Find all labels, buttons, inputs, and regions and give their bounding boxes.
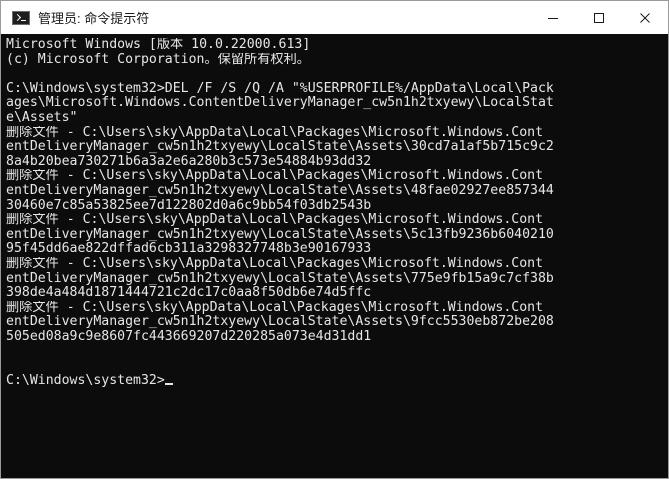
command-prompt-line[interactable]: C:\Windows\system32> [6,372,668,389]
console-output[interactable]: Microsoft Windows [版本 10.0.22000.613] (c… [1,34,668,478]
console-line: e\Assets" [6,110,78,125]
console-line: 删除文件 - C:\Users\sky\AppData\Local\Packag… [6,125,544,140]
minimize-icon [548,17,558,19]
console-line: (c) Microsoft Corporation。保留所有权利。 [6,52,310,67]
console-line: entDeliveryManager_cw5n1h2txyewy\LocalSt… [6,315,554,330]
console-line: 30460e7c85a53825ee7d122802d0a6c9bb54f03d… [6,198,372,213]
console-line: 505ed08a9c9e8607fc443669207d220285a073e4… [6,329,372,344]
console-line: entDeliveryManager_cw5n1h2txyewy\LocalSt… [6,140,554,155]
text-cursor [164,382,173,385]
console-line: 删除文件 - C:\Users\sky\AppData\Local\Packag… [6,256,544,271]
close-button[interactable] [622,1,668,34]
console-line: entDeliveryManager_cw5n1h2txyewy\LocalSt… [6,227,554,242]
title-bar[interactable]: 管理员: 命令提示符 [1,1,668,34]
console-line: 删除文件 - C:\Users\sky\AppData\Local\Packag… [6,169,544,184]
maximize-button[interactable] [576,1,622,34]
console-line: Microsoft Windows [版本 10.0.22000.613] [6,38,311,52]
console-line: 删除文件 - C:\Users\sky\AppData\Local\Packag… [6,300,544,315]
console-line: 398de4a484d1871444721c2dc17c0aa8f50db6e7… [6,286,372,301]
console-line: entDeliveryManager_cw5n1h2txyewy\LocalSt… [6,271,554,286]
close-icon [640,12,650,23]
minimize-button[interactable] [530,1,576,34]
prompt-text: C:\Windows\system32> [6,372,165,388]
console-line: 删除文件 - C:\Users\sky\AppData\Local\Packag… [6,213,544,228]
console-line: entDeliveryManager_cw5n1h2txyewy\LocalSt… [6,183,554,198]
maximize-icon [594,12,604,23]
cmd-icon [12,10,30,25]
console-line: 95f45dd6ae822dffad6cb311a3298327748b3e90… [6,242,372,257]
console-line: 8a4b20bea730271b6a3a2e6a280b3c573e54884b… [6,154,372,169]
console-line: C:\Windows\system32>DEL /F /S /Q /A "%US… [6,81,554,96]
window-title: 管理员: 命令提示符 [38,11,150,26]
command-prompt-window: 管理员: 命令提示符 Microsoft Windows [版本 10.0.22… [0,0,669,479]
console-line: ages\Microsoft.Windows.ContentDeliveryMa… [6,96,554,111]
